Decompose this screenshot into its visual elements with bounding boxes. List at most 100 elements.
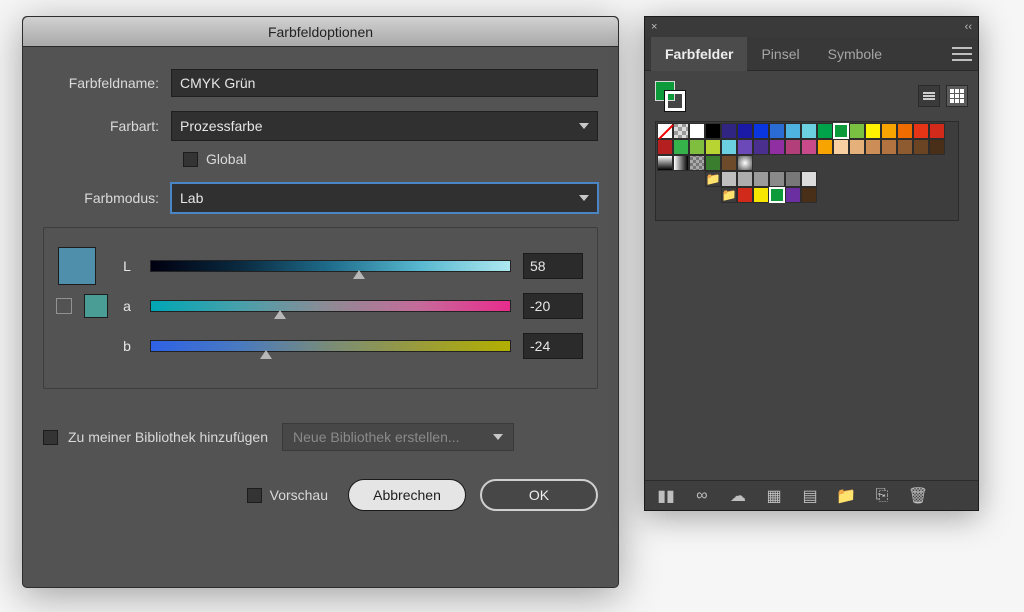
- swatch[interactable]: [785, 187, 801, 203]
- swatch[interactable]: [705, 123, 721, 139]
- channel-a-input[interactable]: [523, 293, 583, 319]
- swatch[interactable]: [881, 123, 897, 139]
- lab-slider-group: L a b: [43, 227, 598, 389]
- swatch[interactable]: [737, 139, 753, 155]
- swatch[interactable]: [705, 139, 721, 155]
- new-swatch-icon[interactable]: ⎘: [873, 487, 891, 505]
- swatch[interactable]: [721, 139, 737, 155]
- swatch[interactable]: [721, 171, 737, 187]
- swatch[interactable]: [865, 123, 881, 139]
- swatch-name-label: Farbfeldname:: [43, 75, 171, 91]
- swatch[interactable]: [657, 139, 673, 155]
- swatch[interactable]: [769, 139, 785, 155]
- swatch-transparent[interactable]: [689, 155, 705, 171]
- swatch[interactable]: [801, 123, 817, 139]
- tab-symbole[interactable]: Symbole: [814, 37, 896, 71]
- swatch[interactable]: [849, 139, 865, 155]
- new-color-group-icon[interactable]: ▤: [801, 487, 819, 505]
- trash-icon[interactable]: 🗑: [909, 487, 927, 505]
- swatch[interactable]: [737, 123, 753, 139]
- swatch[interactable]: [897, 139, 913, 155]
- slider-thumb[interactable]: [260, 350, 272, 359]
- preview-label: Vorschau: [270, 487, 328, 503]
- library-icon[interactable]: ▮▮: [657, 487, 675, 505]
- panel-menu-icon[interactable]: [952, 47, 972, 61]
- swatch[interactable]: [817, 139, 833, 155]
- swatch[interactable]: [769, 187, 785, 203]
- folder-icon[interactable]: 📁: [837, 487, 855, 505]
- swatch[interactable]: [769, 171, 785, 187]
- preview-checkbox[interactable]: [247, 488, 262, 503]
- tab-pinsel[interactable]: Pinsel: [747, 37, 813, 71]
- swatch[interactable]: [737, 155, 753, 171]
- channel-b-input[interactable]: [523, 333, 583, 359]
- stroke-swatch[interactable]: [665, 91, 685, 111]
- swatch[interactable]: [897, 123, 913, 139]
- color-type-value: Prozessfarbe: [180, 118, 262, 134]
- color-type-select[interactable]: Prozessfarbe: [171, 111, 598, 141]
- swatch[interactable]: [913, 123, 929, 139]
- swatch[interactable]: [753, 123, 769, 139]
- swatch[interactable]: [929, 123, 945, 139]
- swatch[interactable]: [801, 187, 817, 203]
- panel-collapse-icon[interactable]: ‹‹: [965, 21, 972, 33]
- swatch[interactable]: [689, 123, 705, 139]
- slider-thumb[interactable]: [274, 310, 286, 319]
- swatch[interactable]: [785, 171, 801, 187]
- swatch[interactable]: [833, 123, 849, 139]
- color-group-folder-icon[interactable]: 📁: [705, 171, 721, 187]
- add-to-library-label: Zu meiner Bibliothek hinzufügen: [68, 429, 268, 445]
- channel-L-slider[interactable]: [150, 260, 511, 272]
- swatch[interactable]: [785, 139, 801, 155]
- grid-view-button[interactable]: [946, 85, 968, 107]
- panel-close-icon[interactable]: ×: [651, 21, 657, 33]
- swatch-none[interactable]: [657, 123, 673, 139]
- swatch[interactable]: [657, 155, 673, 171]
- slider-thumb[interactable]: [353, 270, 365, 279]
- swatch[interactable]: [881, 139, 897, 155]
- channel-L-input[interactable]: [523, 253, 583, 279]
- swatch[interactable]: [705, 155, 721, 171]
- swatch[interactable]: [753, 171, 769, 187]
- channel-a-slider[interactable]: [150, 300, 511, 312]
- swatch[interactable]: [785, 123, 801, 139]
- list-view-button[interactable]: [918, 85, 940, 107]
- fill-stroke-indicator[interactable]: [655, 81, 685, 111]
- tab-farbfelder[interactable]: Farbfelder: [651, 37, 747, 71]
- swatch[interactable]: [865, 139, 881, 155]
- color-preview-swatch[interactable]: [58, 247, 96, 285]
- swatch[interactable]: [737, 171, 753, 187]
- cloud-icon[interactable]: ☁: [729, 487, 747, 505]
- swatch-options-icon[interactable]: ▦: [765, 487, 783, 505]
- library-select-value: Neue Bibliothek erstellen...: [293, 429, 460, 445]
- swatch[interactable]: [721, 123, 737, 139]
- swatch[interactable]: [689, 139, 705, 155]
- link-icon[interactable]: ∞: [693, 487, 711, 505]
- swatch[interactable]: [801, 139, 817, 155]
- swatch[interactable]: [753, 139, 769, 155]
- swatch-registration[interactable]: [673, 123, 689, 139]
- swatch-name-input[interactable]: [171, 69, 598, 97]
- cancel-button[interactable]: Abbrechen: [348, 479, 466, 511]
- secondary-color-swatch[interactable]: [84, 294, 108, 318]
- swatch[interactable]: [673, 155, 689, 171]
- swatch[interactable]: [737, 187, 753, 203]
- swatch[interactable]: [753, 187, 769, 203]
- swatch[interactable]: [801, 171, 817, 187]
- add-to-library-checkbox[interactable]: [43, 430, 58, 445]
- swatch[interactable]: [769, 123, 785, 139]
- color-mode-select[interactable]: Lab: [171, 183, 598, 213]
- swatch[interactable]: [833, 139, 849, 155]
- swatch[interactable]: [817, 123, 833, 139]
- swatch[interactable]: [673, 139, 689, 155]
- global-checkbox[interactable]: [183, 152, 198, 167]
- color-group-folder-icon[interactable]: 📁: [721, 187, 737, 203]
- swatch[interactable]: [849, 123, 865, 139]
- swatch[interactable]: [721, 155, 737, 171]
- swatch[interactable]: [929, 139, 945, 155]
- list-icon: [923, 91, 935, 101]
- ok-button[interactable]: OK: [480, 479, 598, 511]
- channel-b-slider[interactable]: [150, 340, 511, 352]
- color-mode-value: Lab: [180, 190, 203, 206]
- swatch[interactable]: [913, 139, 929, 155]
